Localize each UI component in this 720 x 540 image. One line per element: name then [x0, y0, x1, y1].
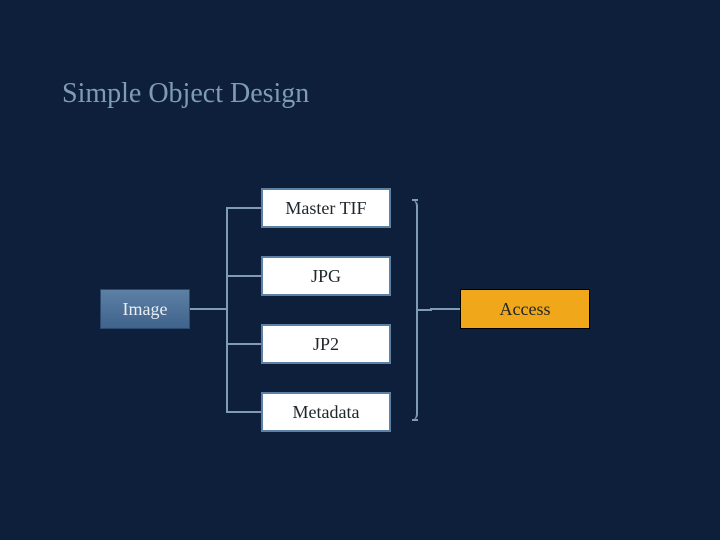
- node-access-label: Access: [500, 299, 551, 320]
- node-jpg-label: JPG: [311, 266, 341, 287]
- connector-to-master: [226, 207, 261, 209]
- node-access: Access: [460, 289, 590, 329]
- connector-to-jpg: [226, 275, 261, 277]
- slide-title: Simple Object Design: [62, 78, 309, 110]
- connector-to-meta: [226, 411, 261, 413]
- node-jpg: JPG: [261, 256, 391, 296]
- connector-to-jp2: [226, 343, 261, 345]
- connector-vertical-trunk: [226, 207, 228, 412]
- node-metadata-label: Metadata: [293, 402, 360, 423]
- node-metadata: Metadata: [261, 392, 391, 432]
- node-image: Image: [100, 289, 190, 329]
- node-master-tif: Master TIF: [261, 188, 391, 228]
- diagram-canvas: Simple Object Design Image Master TIF JP…: [0, 0, 720, 540]
- node-jp2: JP2: [261, 324, 391, 364]
- node-image-label: Image: [123, 299, 168, 320]
- node-jp2-label: JP2: [313, 334, 339, 355]
- connector-root-stub: [190, 308, 226, 310]
- connector-bracket-to-access: [430, 308, 460, 310]
- bracket-tick-bottom: [412, 419, 418, 421]
- node-master-tif-label: Master TIF: [285, 198, 366, 219]
- bracket-tick-top: [412, 199, 418, 201]
- bracket-children: [398, 200, 418, 420]
